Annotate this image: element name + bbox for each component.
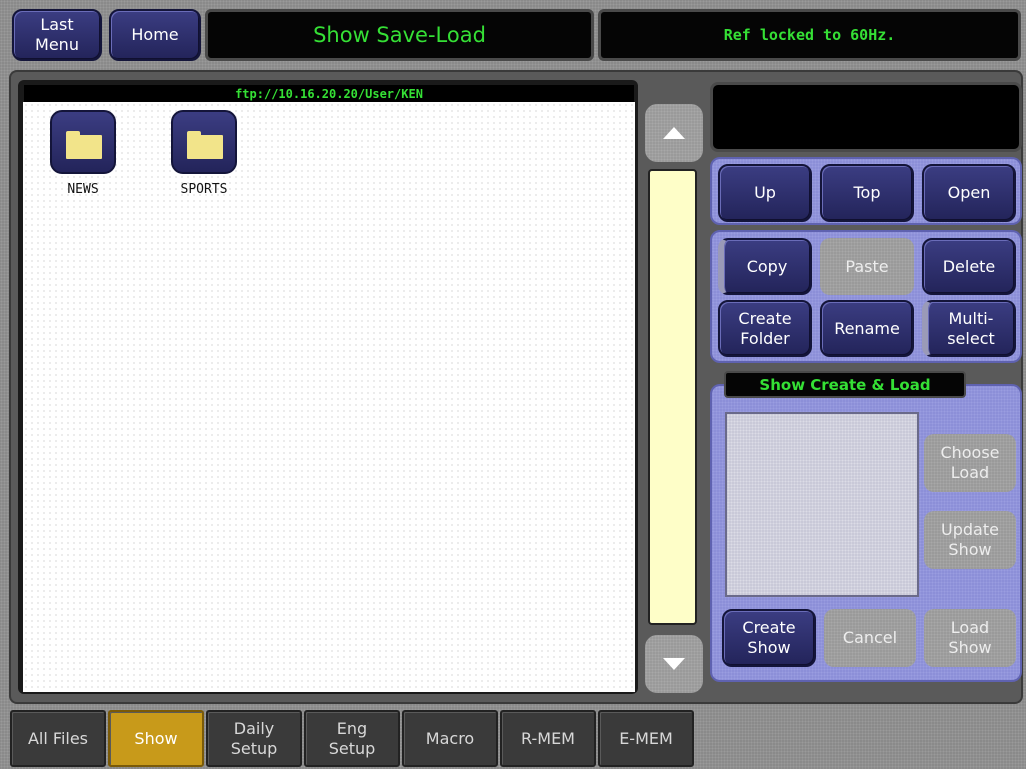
- arrow-down-icon: [663, 658, 685, 670]
- folder-label: SPORTS: [180, 182, 228, 197]
- path-text: ftp://10.16.20.20/User/KEN: [235, 86, 423, 101]
- folder-item-news[interactable]: NEWS: [46, 110, 120, 202]
- scroll-down-button[interactable]: [645, 635, 703, 693]
- folder-icon: [50, 110, 116, 174]
- show-panel-title-bar: Show Create & Load: [724, 371, 966, 398]
- folder-label: NEWS: [67, 182, 99, 197]
- folder-icon: [171, 110, 237, 174]
- path-bar: ftp://10.16.20.20/User/KEN: [24, 85, 634, 102]
- info-display: [710, 82, 1022, 152]
- show-preview-area: [725, 412, 919, 597]
- top-button[interactable]: Top: [820, 164, 914, 222]
- tab-e-mem[interactable]: E-MEM: [598, 710, 694, 767]
- paste-button: Paste: [820, 238, 914, 295]
- scroll-up-button[interactable]: [645, 104, 703, 162]
- tab-all-files[interactable]: All Files: [10, 710, 106, 767]
- folder-item-sports[interactable]: SPORTS: [166, 110, 242, 202]
- tab-r-mem[interactable]: R-MEM: [500, 710, 596, 767]
- tab-macro[interactable]: Macro: [402, 710, 498, 767]
- delete-button[interactable]: Delete: [922, 238, 1016, 295]
- tab-eng-setup[interactable]: Eng Setup: [304, 710, 400, 767]
- status-bar: Ref locked to 60Hz.: [598, 9, 1021, 61]
- choose-load-button: Choose Load: [924, 434, 1016, 492]
- tab-daily-setup[interactable]: Daily Setup: [206, 710, 302, 767]
- load-show-button: Load Show: [924, 609, 1016, 667]
- status-text: Ref locked to 60Hz.: [723, 26, 896, 44]
- rename-button[interactable]: Rename: [820, 300, 914, 357]
- multi-select-button[interactable]: Multi- select: [922, 300, 1016, 357]
- scroll-track[interactable]: [648, 169, 697, 625]
- open-button[interactable]: Open: [922, 164, 1016, 222]
- create-folder-button[interactable]: Create Folder: [718, 300, 812, 357]
- up-button[interactable]: Up: [718, 164, 812, 222]
- last-menu-button[interactable]: Last Menu: [12, 9, 102, 61]
- page-title: Show Save-Load: [313, 23, 486, 47]
- create-show-button[interactable]: Create Show: [722, 609, 816, 667]
- update-show-button: Update Show: [924, 511, 1016, 569]
- copy-button[interactable]: Copy: [718, 238, 812, 295]
- home-button[interactable]: Home: [109, 9, 201, 61]
- arrow-up-icon: [663, 127, 685, 139]
- title-bar: Show Save-Load: [205, 9, 594, 61]
- cancel-button: Cancel: [824, 609, 916, 667]
- show-panel-title: Show Create & Load: [759, 375, 931, 394]
- tab-show[interactable]: Show: [108, 710, 204, 767]
